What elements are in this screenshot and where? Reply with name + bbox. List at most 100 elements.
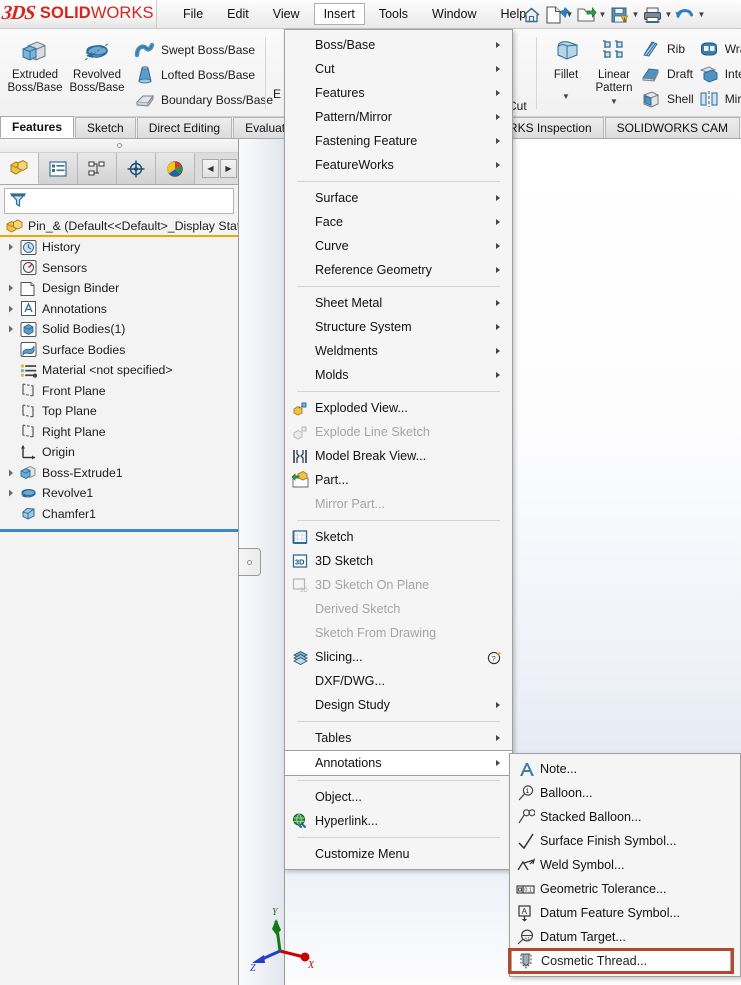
feature-tree-item-boss-extrude1[interactable]: Boss-Extrude1	[0, 463, 238, 484]
menu-tools[interactable]: Tools	[369, 3, 418, 25]
insert-menu-item-face[interactable]: Face	[285, 210, 512, 234]
insert-menu-item-boss-base[interactable]: Boss/Base	[285, 33, 512, 57]
insert-menu-item-molds[interactable]: Molds	[285, 363, 512, 387]
tab-sketch[interactable]: Sketch	[75, 117, 136, 138]
tab-solidworks-cam[interactable]: SOLIDWORKS CAM	[604, 117, 740, 138]
feature-tree-item-front-plane[interactable]: Front Plane	[0, 381, 238, 402]
expand-arrow-icon[interactable]	[4, 324, 18, 334]
insert-menu-item-dxf-dwg[interactable]: DXF/DWG...	[285, 669, 512, 693]
cosmetic-thread-menu-item[interactable]: Cosmetic Thread...	[511, 950, 731, 972]
insert-menu-item-fastening-feature[interactable]: Fastening Feature	[285, 129, 512, 153]
insert-menu-item-sheet-metal[interactable]: Sheet Metal	[285, 291, 512, 315]
annotations-menu-item-weld-symbol[interactable]: Weld Symbol...	[510, 853, 740, 877]
undo-icon[interactable]	[674, 3, 696, 27]
menu-file[interactable]: File	[173, 3, 213, 25]
linear-pattern-button[interactable]: Linear Pattern ▼	[588, 34, 640, 108]
insert-menu-item-featureworks[interactable]: FeatureWorks	[285, 153, 512, 177]
open-folder-icon[interactable]	[575, 3, 597, 27]
insert-menu-item-structure-system[interactable]: Structure System	[285, 315, 512, 339]
expand-arrow-icon[interactable]	[4, 304, 18, 314]
mirror-button[interactable]: Mirro	[698, 86, 741, 111]
panel-splitter-handle[interactable]	[239, 548, 261, 576]
annotations-menu-item-geometric-tolerance[interactable]: 0.1 Geometric Tolerance...	[510, 877, 740, 901]
feature-tree-item-revolve1[interactable]: Revolve1	[0, 483, 238, 504]
tab-direct-editing[interactable]: Direct Editing	[136, 117, 233, 138]
tab-scroll-right-button[interactable]: ▶	[220, 159, 237, 178]
draft-button[interactable]: Draft	[640, 61, 694, 86]
insert-menu-item-customize-menu[interactable]: Customize Menu	[285, 842, 512, 866]
insert-menu-item-hyperlink[interactable]: Hyperlink...	[285, 809, 512, 833]
swept-boss-base-button[interactable]: Swept Boss/Base	[134, 37, 273, 62]
feature-tree-item-origin[interactable]: Origin	[0, 442, 238, 463]
insert-menu-item-model-break-view[interactable]: Model Break View...	[285, 444, 512, 468]
tab-scroll-left-button[interactable]: ◀	[202, 159, 219, 178]
feature-tree-item-sensors[interactable]: Sensors	[0, 258, 238, 279]
annotations-menu-item-datum-target[interactable]: A1 Datum Target...	[510, 925, 740, 949]
insert-menu-item-exploded-view[interactable]: Exploded View...	[285, 396, 512, 420]
feature-manager-tab[interactable]	[0, 153, 39, 184]
menu-view[interactable]: View	[263, 3, 310, 25]
new-document-icon[interactable]	[542, 3, 564, 27]
panel-grip[interactable]	[0, 139, 238, 153]
insert-menu-item-pattern-mirror[interactable]: Pattern/Mirror	[285, 105, 512, 129]
insert-menu-item-part[interactable]: Part...	[285, 468, 512, 492]
menu-edit[interactable]: Edit	[217, 3, 259, 25]
tab-features[interactable]: Features	[0, 116, 75, 138]
annotations-menu-item-stacked-balloon[interactable]: Stacked Balloon...	[510, 805, 740, 829]
property-manager-tab[interactable]	[39, 153, 78, 184]
configuration-manager-tab[interactable]	[78, 153, 117, 184]
fillet-dropdown-caret-icon[interactable]: ▼	[562, 90, 570, 103]
expand-arrow-icon[interactable]	[4, 488, 18, 498]
feature-tree-root[interactable]: Pin_& (Default<<Default>_Display State	[0, 217, 238, 237]
open-folder-caret-icon[interactable]: ▼	[597, 3, 608, 27]
insert-menu-item-annotations[interactable]: Annotations	[284, 750, 513, 776]
annotations-menu-item-note[interactable]: Note...	[510, 757, 740, 781]
expand-arrow-icon[interactable]	[4, 283, 18, 293]
feature-tree-item-history[interactable]: History	[0, 237, 238, 258]
print-icon[interactable]	[641, 3, 663, 27]
annotations-menu-item-surface-finish-symbol[interactable]: Surface Finish Symbol...	[510, 829, 740, 853]
print-caret-icon[interactable]: ▼	[663, 3, 674, 27]
annotations-menu-item-datum-feature-symbol[interactable]: A Datum Feature Symbol...	[510, 901, 740, 925]
menu-window[interactable]: Window	[422, 3, 486, 25]
insert-menu-item-tables[interactable]: Tables	[285, 726, 512, 750]
save-caret-icon[interactable]: ▼	[630, 3, 641, 27]
feature-tree-item-material-not-specified[interactable]: Material <not specified>	[0, 360, 238, 381]
annotations-menu-item-balloon[interactable]: 1 Balloon...	[510, 781, 740, 805]
insert-menu-item-curve[interactable]: Curve	[285, 234, 512, 258]
menu-insert[interactable]: Insert	[313, 3, 365, 25]
feature-tree-item-chamfer1[interactable]: Chamfer1	[0, 504, 238, 525]
shell-button[interactable]: Shell	[640, 86, 694, 111]
insert-menu-item-slicing[interactable]: Slicing...?	[285, 645, 512, 669]
insert-menu-item-reference-geometry[interactable]: Reference Geometry	[285, 258, 512, 282]
insert-menu-item-cut[interactable]: Cut	[285, 57, 512, 81]
insert-menu-item-surface[interactable]: Surface	[285, 186, 512, 210]
lofted-boss-base-button[interactable]: Lofted Boss/Base	[134, 62, 273, 87]
feature-tree-item-surface-bodies[interactable]: Surface Bodies	[0, 340, 238, 361]
extruded-boss-base-button[interactable]: Extruded Boss/Base	[4, 34, 66, 95]
feature-tree-item-annotations[interactable]: Annotations	[0, 299, 238, 320]
feature-tree-filter[interactable]	[4, 188, 234, 214]
fillet-button[interactable]: Fillet ▼	[544, 34, 588, 103]
feature-tree-item-design-binder[interactable]: Design Binder	[0, 278, 238, 299]
feature-tree-item-top-plane[interactable]: Top Plane	[0, 401, 238, 422]
insert-menu-item-object[interactable]: Object...	[285, 785, 512, 809]
display-manager-tab[interactable]	[156, 153, 195, 184]
help-icon[interactable]: ?	[487, 650, 502, 665]
feature-tree-item-solid-bodies-1[interactable]: Solid Bodies(1)	[0, 319, 238, 340]
expand-arrow-icon[interactable]	[4, 242, 18, 252]
boundary-boss-base-button[interactable]: Boundary Boss/Base	[134, 87, 273, 112]
new-document-caret-icon[interactable]: ▼	[564, 3, 575, 27]
save-icon[interactable]	[608, 3, 630, 27]
insert-menu-item-sketch[interactable]: Sketch	[285, 525, 512, 549]
rib-button[interactable]: Rib	[640, 36, 694, 61]
linear-pattern-dropdown-caret-icon[interactable]: ▼	[610, 95, 618, 108]
insert-menu-item-3d-sketch[interactable]: 3D 3D Sketch	[285, 549, 512, 573]
intersect-button[interactable]: Inter	[698, 61, 741, 86]
insert-menu-item-design-study[interactable]: Design Study	[285, 693, 512, 717]
expand-arrow-icon[interactable]	[4, 468, 18, 478]
wrap-button[interactable]: Wrap	[698, 36, 741, 61]
undo-caret-icon[interactable]: ▼	[696, 3, 707, 27]
insert-menu-item-weldments[interactable]: Weldments	[285, 339, 512, 363]
insert-menu-item-features[interactable]: Features	[285, 81, 512, 105]
